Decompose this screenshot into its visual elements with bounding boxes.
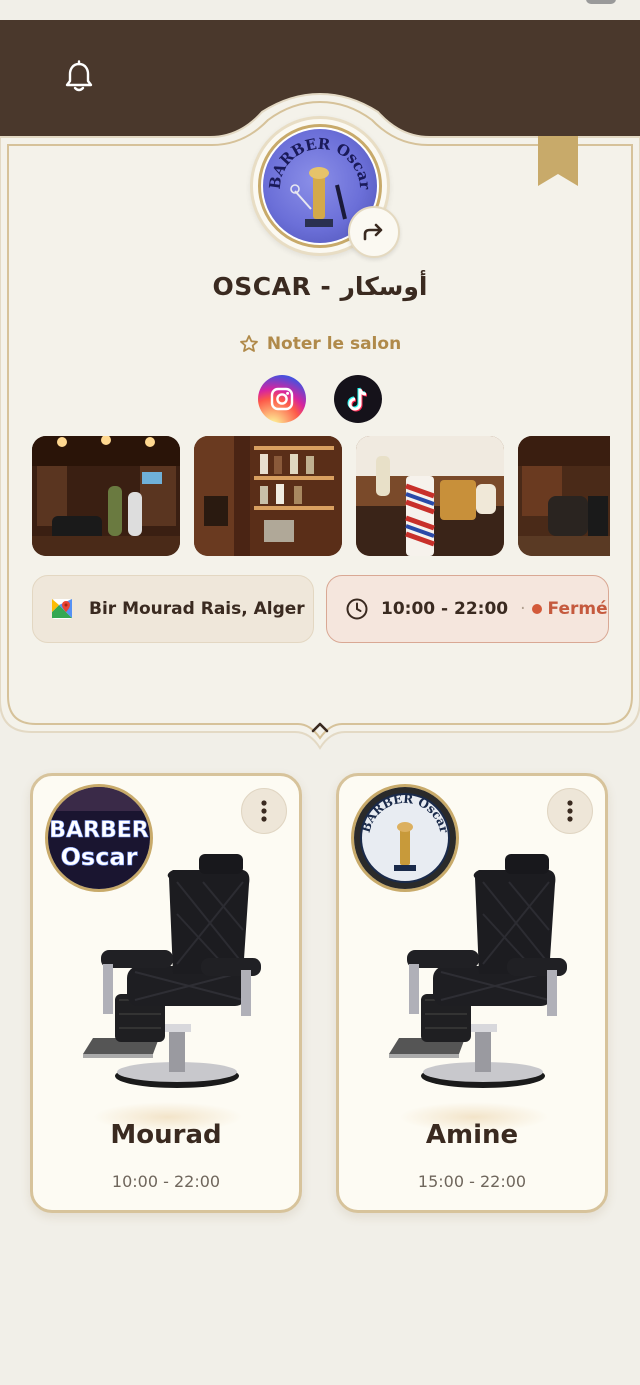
more-options-button[interactable] xyxy=(547,788,593,834)
instagram-button[interactable] xyxy=(258,375,306,423)
chevron-up-icon[interactable] xyxy=(306,716,334,738)
clock-icon xyxy=(346,598,368,620)
more-vertical-icon xyxy=(261,800,267,822)
share-arrow-icon xyxy=(363,223,383,241)
barber-hours: 10:00 - 22:00 xyxy=(111,1172,221,1191)
rate-salon-button[interactable]: Noter le salon xyxy=(0,334,640,354)
location-label: Bir Mourad Rais, Alger xyxy=(89,599,305,619)
location-button[interactable]: Bir Mourad Rais, Alger xyxy=(32,575,314,643)
salon-name: OSCAR - أوسكار xyxy=(212,272,428,301)
status-indicator xyxy=(586,0,616,4)
salon-interior-image xyxy=(32,436,180,556)
barber-name: Mourad xyxy=(110,1120,222,1150)
salon-avatar: BARBER Oscar xyxy=(250,116,400,258)
status-dot xyxy=(531,604,542,614)
salon-shelves-image xyxy=(194,436,342,556)
more-options-button[interactable] xyxy=(241,788,287,834)
barber-hours: 15:00 - 22:00 xyxy=(417,1172,527,1191)
gallery-photo[interactable] xyxy=(356,436,504,556)
star-icon xyxy=(239,335,258,352)
salon-chairs-image xyxy=(518,436,610,556)
opening-hours: 10:00 - 22:00 · Fermé xyxy=(326,575,609,643)
gallery-photo[interactable] xyxy=(518,436,610,556)
barber-chair-icon xyxy=(389,854,567,1088)
barber-card-mourad[interactable]: BARBER Oscar Mourad 10:00 - 22:00 xyxy=(30,773,302,1213)
rate-salon-label: Noter le salon xyxy=(266,334,402,354)
hours-label: 10:00 - 22:00 xyxy=(381,599,509,619)
hours-separator: · xyxy=(520,599,526,619)
status-badge: Fermé xyxy=(547,599,608,619)
gallery-photo[interactable] xyxy=(194,436,342,556)
instagram-icon xyxy=(270,387,294,411)
bell-icon[interactable] xyxy=(64,60,94,94)
salon-gallery[interactable] xyxy=(32,436,610,556)
barber-pole-image xyxy=(356,436,504,556)
share-button[interactable] xyxy=(348,206,400,258)
barber-card-amine[interactable]: BARBER Oscar Amine 15:00 - 22:00 xyxy=(336,773,608,1213)
barber-chair-icon xyxy=(83,854,261,1088)
bookmark-icon[interactable] xyxy=(538,136,578,186)
social-links xyxy=(0,375,640,423)
svg-text:BARBER: BARBER xyxy=(49,818,149,843)
barber-name: Amine xyxy=(425,1120,519,1150)
gallery-photo[interactable] xyxy=(32,436,180,556)
tiktok-icon xyxy=(347,387,368,412)
google-maps-icon xyxy=(52,599,72,619)
more-vertical-icon xyxy=(567,800,573,822)
status-bar xyxy=(0,0,640,20)
tiktok-button[interactable] xyxy=(334,375,382,423)
